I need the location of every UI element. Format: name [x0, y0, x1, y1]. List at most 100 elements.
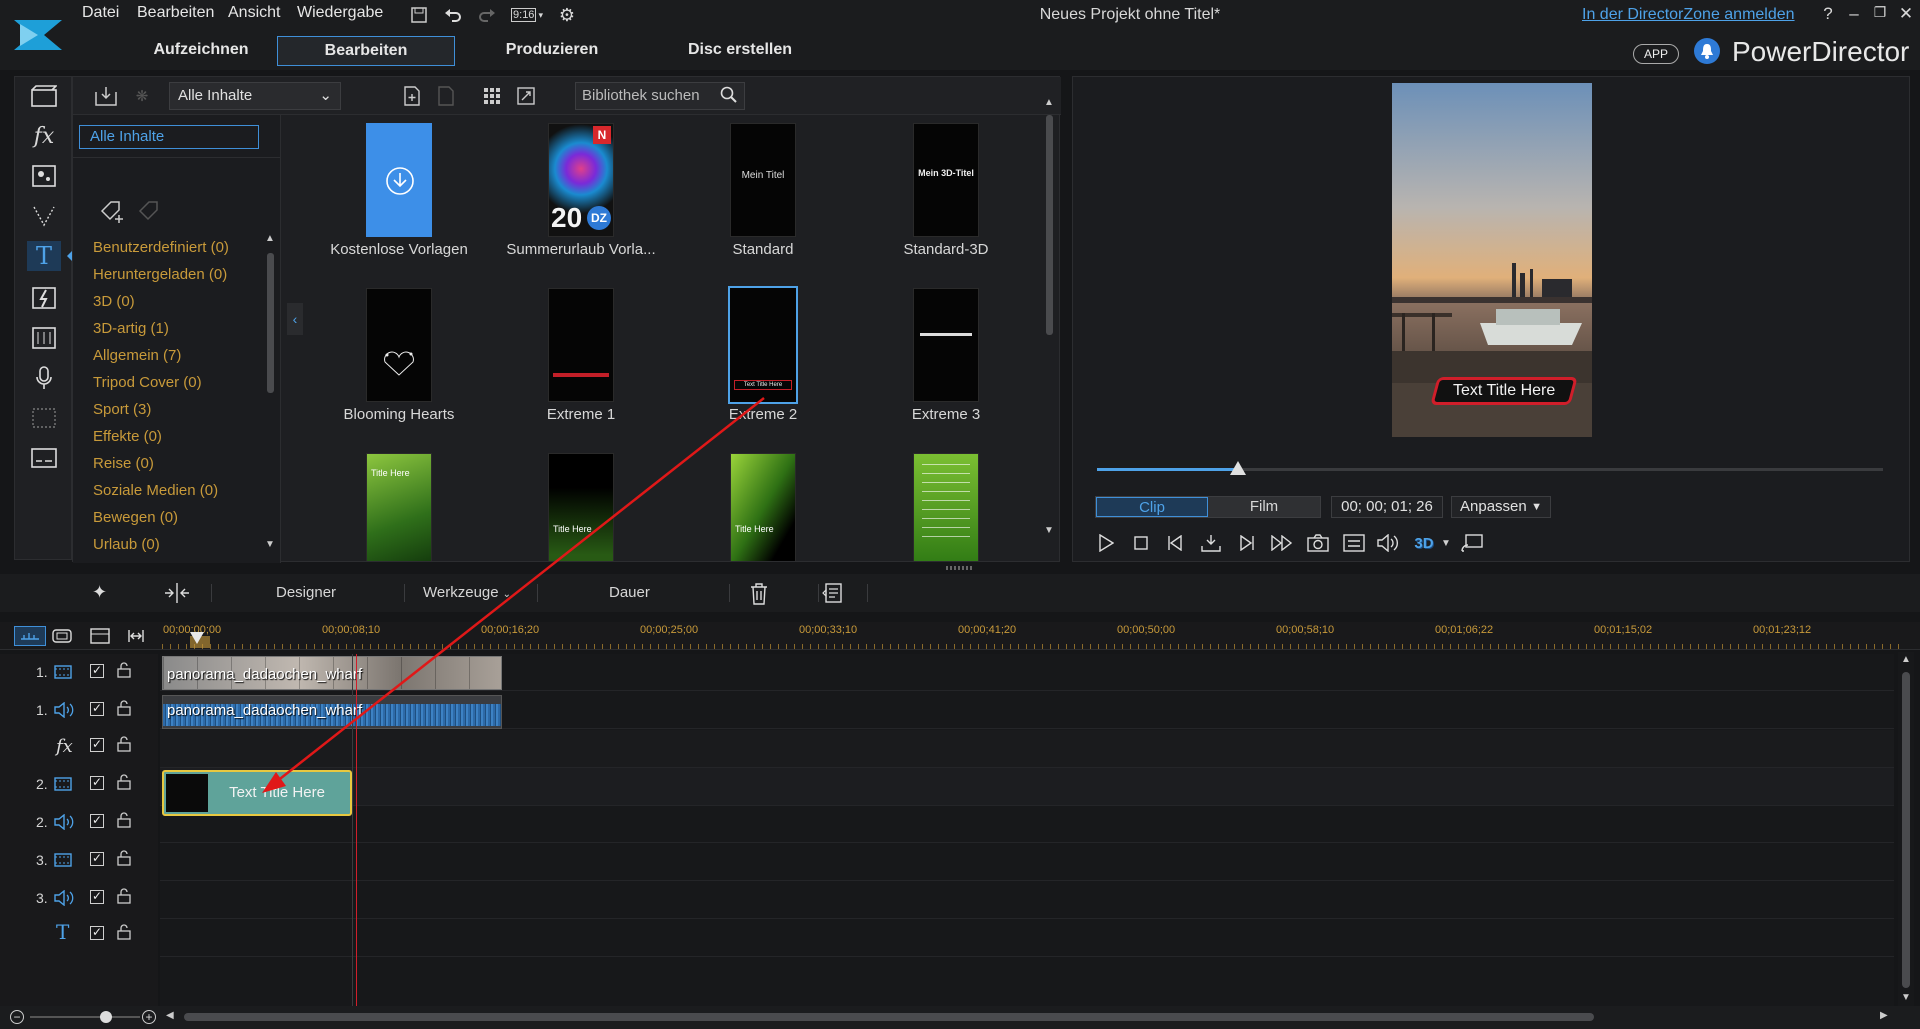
template-thumb-summerurlaub[interactable]: N 20 DZ — [548, 123, 614, 237]
scroll-right-icon[interactable]: ▶ — [1880, 1010, 1888, 1021]
track-lane-title[interactable] — [160, 920, 1894, 957]
transition-room-icon[interactable] — [27, 283, 61, 313]
play-icon[interactable] — [1093, 530, 1119, 556]
library-search-input[interactable]: Bibliothek suchen — [575, 82, 745, 110]
track-lane-video-2[interactable] — [160, 768, 1894, 806]
zoom-out-icon[interactable]: − — [10, 1010, 24, 1024]
scroll-down-icon[interactable]: ▼ — [1901, 992, 1911, 1003]
track-lock-icon[interactable] — [117, 662, 133, 680]
playhead-handle-icon[interactable] — [190, 632, 204, 644]
directorzone-login-link[interactable]: In der DirectorZone anmelden — [1582, 6, 1795, 24]
app-badge[interactable]: APP — [1633, 44, 1679, 64]
category-benutzerdefiniert[interactable]: Benutzerdefiniert (0) — [93, 239, 229, 256]
template-thumb-blooming-hearts[interactable] — [366, 288, 432, 402]
category-3d[interactable]: 3D (0) — [93, 293, 135, 310]
particle-room-icon[interactable] — [27, 201, 61, 231]
clip-mode-button[interactable]: Clip — [1096, 497, 1208, 517]
menu-datei[interactable]: Datei — [82, 4, 119, 26]
enlarge-thumbnails-icon[interactable] — [513, 84, 539, 108]
template-thumb-extreme-3[interactable] — [913, 288, 979, 402]
magic-tools-icon[interactable]: ✦ — [92, 582, 107, 603]
mark-in-icon[interactable] — [1198, 530, 1224, 556]
save-icon[interactable] — [408, 4, 430, 26]
track-lane-audio-2[interactable] — [160, 806, 1894, 843]
track-lock-icon[interactable] — [117, 924, 133, 942]
timeline-vertical-scrollbar[interactable]: ▲ ▼ — [1898, 652, 1914, 1008]
pip-room-icon[interactable] — [27, 161, 61, 191]
volume-icon[interactable] — [1375, 530, 1401, 556]
title-clip-extreme-2[interactable]: Text Title Here — [162, 770, 352, 816]
zoom-slider-handle[interactable] — [100, 1011, 112, 1023]
fit-dropdown[interactable]: Anpassen ▼ — [1451, 496, 1551, 518]
zoom-slider[interactable] — [30, 1016, 140, 1018]
notification-bell-icon[interactable] — [1694, 38, 1720, 64]
template-thumb-green-2[interactable]: Title Here — [548, 453, 614, 561]
category-tripod-cover[interactable]: Tripod Cover (0) — [93, 374, 202, 391]
zoom-in-icon[interactable]: + — [142, 1010, 156, 1024]
undo-icon[interactable] — [442, 4, 464, 26]
fx-room-icon[interactable]: fx — [27, 121, 61, 151]
track-enable-checkbox[interactable]: ✓ — [90, 702, 104, 716]
remove-tag-icon[interactable] — [137, 199, 165, 229]
video-clip-panorama[interactable]: panorama_dadaochen_wharf — [162, 656, 502, 690]
template-thumb-green-1[interactable]: Title Here — [366, 453, 432, 561]
category-allgemein[interactable]: Allgemein (7) — [93, 347, 181, 364]
category-3d-artig[interactable]: 3D-artig (1) — [93, 320, 169, 337]
category-effekte[interactable]: Effekte (0) — [93, 428, 162, 445]
track-lock-icon[interactable] — [117, 812, 133, 830]
template-thumb-green-3[interactable]: Title Here — [730, 453, 796, 561]
storyboard-view-icon[interactable] — [52, 628, 72, 648]
snapshot-camera-icon[interactable] — [1305, 530, 1331, 556]
chevron-down-icon[interactable]: ▼ — [1433, 530, 1459, 556]
timeline-ruler[interactable]: 00;00;00;00 00;00;08;10 00;00;16;20 00;0… — [0, 622, 1920, 650]
panel-resize-grip[interactable] — [946, 566, 974, 570]
category-reise[interactable]: Reise (0) — [93, 455, 154, 472]
tab-bearbeiten[interactable]: Bearbeiten — [277, 36, 455, 66]
previous-frame-icon[interactable] — [1163, 530, 1189, 556]
scroll-left-icon[interactable]: ◀ — [166, 1010, 174, 1021]
subtitles-icon[interactable] — [1341, 530, 1367, 556]
designer-button[interactable]: Designer — [276, 584, 336, 601]
external-display-icon[interactable] — [1459, 530, 1485, 556]
scroll-thumb[interactable] — [267, 253, 274, 393]
template-thumb-standard-3d[interactable]: Mein 3D-Titel — [913, 123, 979, 237]
scroll-thumb[interactable] — [1902, 672, 1910, 988]
tab-aufzeichnen[interactable]: Aufzeichnen — [112, 36, 290, 66]
audio-clip-panorama[interactable]: panorama_dadaochen_wharf — [162, 695, 502, 729]
track-enable-checkbox[interactable]: ✓ — [90, 738, 104, 752]
horizontal-scroll-thumb[interactable] — [184, 1013, 1594, 1021]
track-enable-checkbox[interactable]: ✓ — [90, 926, 104, 940]
duration-button[interactable]: Dauer — [609, 584, 650, 601]
track-manager-icon[interactable] — [90, 628, 110, 648]
track-lock-icon[interactable] — [117, 774, 133, 792]
track-lock-icon[interactable] — [117, 850, 133, 868]
restore-icon[interactable]: ❐ — [1868, 4, 1892, 28]
subtitle-room-icon[interactable] — [27, 443, 61, 473]
add-new-title-icon[interactable] — [399, 84, 425, 108]
delete-trash-icon[interactable] — [750, 583, 768, 609]
track-enable-checkbox[interactable]: ✓ — [90, 852, 104, 866]
category-scrollbar[interactable]: ▲ ▼ — [265, 233, 277, 553]
menu-ansicht[interactable]: Ansicht — [228, 4, 280, 26]
title-room-icon[interactable]: T — [27, 241, 61, 271]
template-thumb-extreme-2-selected[interactable]: Text Title Here — [728, 286, 798, 404]
track-lock-icon[interactable] — [117, 736, 133, 754]
menu-wiedergabe[interactable]: Wiedergabe — [297, 4, 383, 26]
track-lane-fx[interactable] — [160, 730, 1894, 768]
directorzone-download-icon[interactable]: ❋ — [129, 84, 155, 108]
scroll-down-icon[interactable]: ▼ — [1044, 525, 1054, 536]
template-thumb-free[interactable] — [366, 123, 432, 237]
next-frame-icon[interactable] — [1233, 530, 1259, 556]
media-room-icon[interactable] — [27, 81, 61, 111]
film-mode-button[interactable]: Film — [1208, 497, 1320, 517]
category-heruntergeladen[interactable]: Heruntergeladen (0) — [93, 266, 227, 283]
stop-icon[interactable] — [1128, 530, 1154, 556]
content-filter-dropdown[interactable]: Alle Inhalte ⌄ — [169, 82, 341, 110]
redo-icon[interactable] — [476, 4, 498, 26]
timeline-view-icon[interactable] — [14, 626, 46, 646]
menu-bearbeiten[interactable]: Bearbeiten — [137, 4, 214, 26]
category-soziale-medien[interactable]: Soziale Medien (0) — [93, 482, 218, 499]
add-tag-icon[interactable] — [99, 199, 127, 229]
track-lock-icon[interactable] — [117, 700, 133, 718]
track-enable-checkbox[interactable]: ✓ — [90, 664, 104, 678]
